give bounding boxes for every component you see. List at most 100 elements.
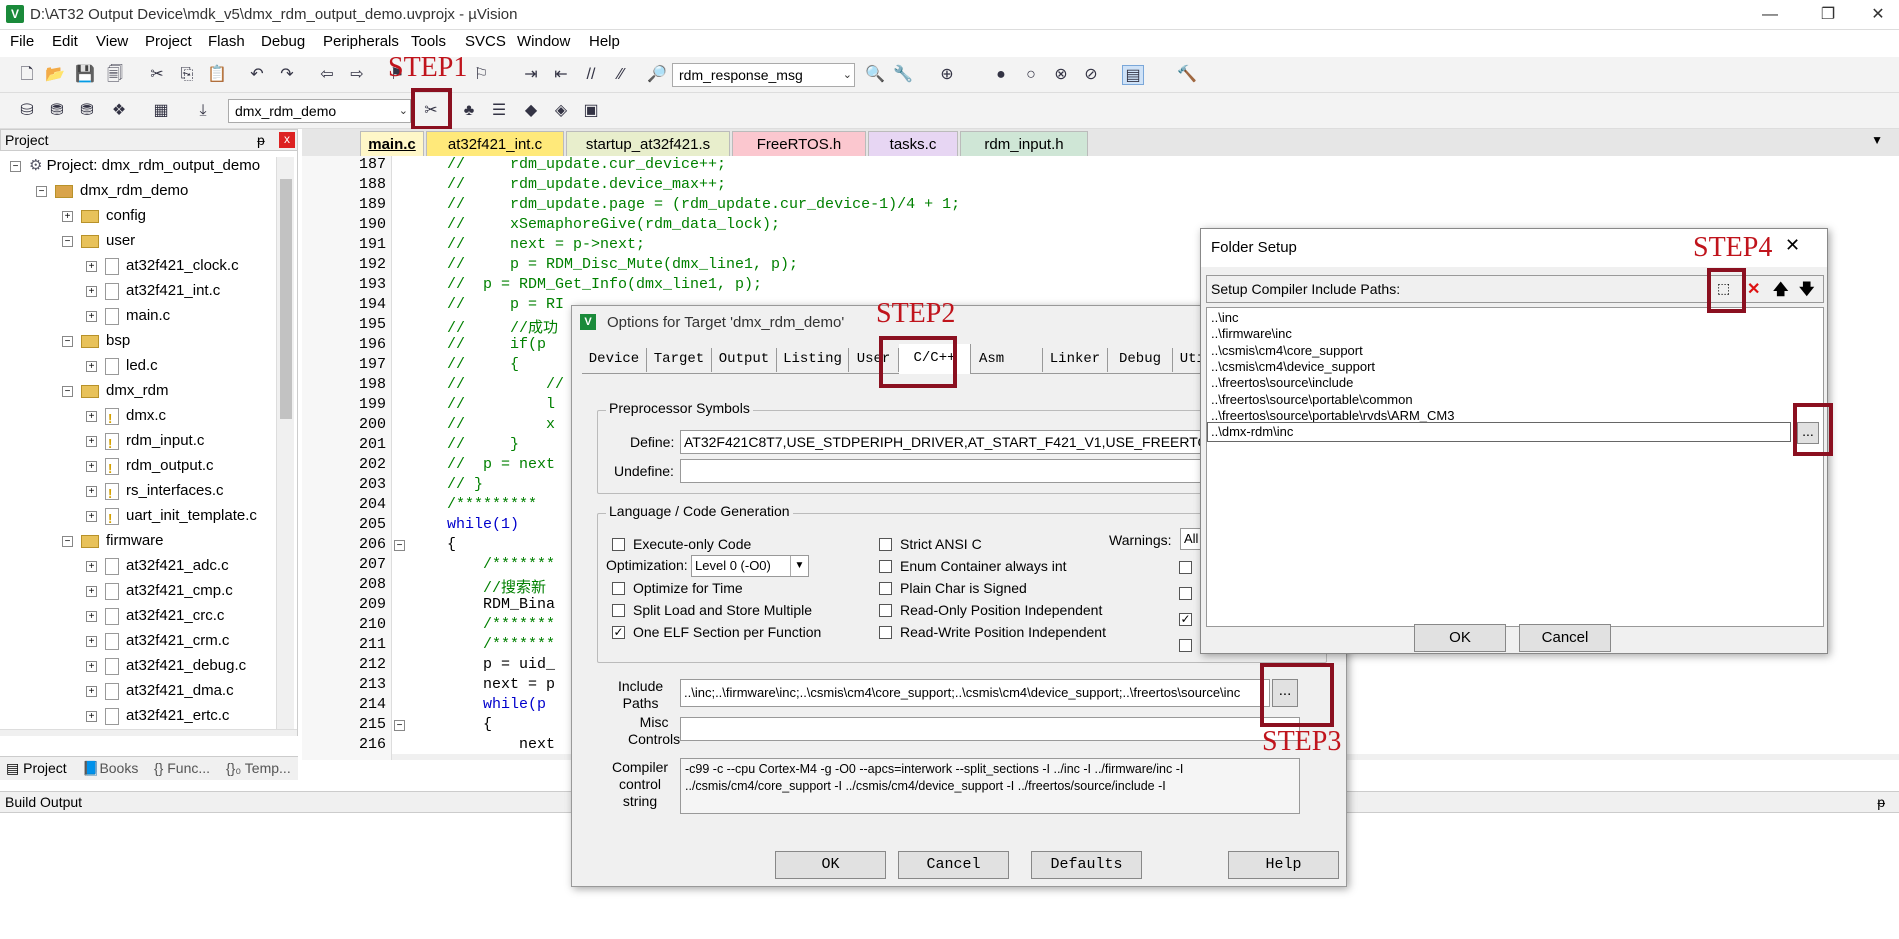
tab-books[interactable]: 📘Books [82,760,138,777]
tree-node-main-c[interactable]: + main.c [86,303,170,328]
tree-node-user[interactable]: − user [62,228,135,253]
move-up-icon[interactable]: 🡅 [1773,279,1788,304]
find-combo[interactable]: rdm_response_msg ⌄ [672,63,855,87]
expand-icon[interactable]: + [86,410,97,422]
expand-icon[interactable]: + [86,485,97,497]
checkbox-strict-ansi-c[interactable] [879,538,892,551]
menu-peripherals[interactable]: Peripherals [323,33,399,50]
tree-scroll-thumb[interactable] [280,179,292,419]
tab-listing[interactable]: Listing [777,348,849,372]
right-checkbox-4[interactable] [1179,639,1192,652]
batch-build-icon[interactable]: ❖ [108,101,130,121]
checkbox-split-load-and-store-multiple[interactable] [612,604,625,617]
include-path-item[interactable]: ..\csmis\cm4\core_support [1211,343,1363,358]
close-icon[interactable]: x [279,132,295,148]
collapse-icon[interactable]: − [62,385,73,397]
delete-icon[interactable]: ✕ [1747,279,1760,299]
new-file-icon[interactable]: 🗋 [16,65,38,85]
run-time-env-icon[interactable]: ▣ [580,101,602,121]
tab-linker[interactable]: Linker [1043,348,1108,372]
tab-project[interactable]: ▤ Project [6,760,67,777]
menu-flash[interactable]: Flash [208,33,245,50]
tree-node-bsp[interactable]: − bsp [62,328,130,353]
tree-node-rdm-input-c[interactable]: + rdm_input.c [86,428,204,456]
collapse-icon[interactable]: − [62,235,73,247]
folder-ok-button[interactable]: OK [1414,624,1506,652]
tree-node-firmware[interactable]: − firmware [62,528,164,553]
tree-vscrollbar[interactable] [276,157,294,729]
tree-node-at32f421-clock-c[interactable]: + at32f421_clock.c [86,253,239,278]
editor-tab-freertos-h[interactable]: FreeRTOS.h [732,131,866,156]
expand-icon[interactable]: + [86,310,97,322]
maximize-button[interactable]: ❐ [1808,2,1848,28]
checkbox-read-only-position-independent[interactable] [879,604,892,617]
debug-session-icon[interactable]: ⊕ [936,65,958,85]
expand-icon[interactable]: + [86,435,97,447]
undo-icon[interactable]: ↶ [246,65,268,85]
checkbox-enum-container-always-int[interactable] [879,560,892,573]
menu-view[interactable]: View [96,33,128,50]
tab-debug[interactable]: Debug [1108,348,1173,372]
configure-icon[interactable]: 🔨 [1176,65,1198,85]
checkbox-execute-only-code[interactable] [612,538,625,551]
tab-functions[interactable]: {} Func... [154,760,210,776]
expand-icon[interactable]: + [86,260,97,272]
fold-icon[interactable]: − [394,720,405,731]
checkbox-optimize-for-time[interactable] [612,582,625,595]
chevron-down-icon[interactable]: ▼ [790,556,808,576]
editor-tab-rdm-input-h[interactable]: rdm_input.h [960,131,1088,156]
tree-node-at32f421-adc-c[interactable]: + at32f421_adc.c [86,553,229,578]
expand-icon[interactable]: + [86,660,97,672]
bookmark-clear-icon[interactable]: ⚐ [470,65,492,85]
menu-window[interactable]: Window [517,33,570,50]
menu-project[interactable]: Project [145,33,192,50]
tab-templates[interactable]: {}₀ Temp... [226,760,291,776]
tree-node-at32f421-int-c[interactable]: + at32f421_int.c [86,278,220,303]
minimize-button[interactable]: — [1750,2,1790,28]
tree-hscrollbar[interactable] [0,729,297,736]
close-button[interactable]: ✕ [1858,2,1898,28]
tree-node-at32f421-crc-c[interactable]: + at32f421_crc.c [86,603,224,628]
collapse-icon[interactable]: − [36,185,47,197]
menu-tools[interactable]: Tools [411,33,446,50]
tree-node-at32f421-ertc-c[interactable]: + at32f421_ertc.c [86,703,229,728]
open-file-icon[interactable]: 📂 [44,65,66,85]
tree-node-at32f421-dma-c[interactable]: + at32f421_dma.c [86,678,234,703]
expand-icon[interactable]: + [62,210,73,222]
include-paths-list[interactable]: ..\inc ..\firmware\inc ..\csmis\cm4\core_s… [1206,307,1824,627]
tab-asm[interactable]: Asm [971,348,1043,372]
editor-tab-at32f421-int-c[interactable]: at32f421_int.c [426,131,564,156]
find-icon[interactable]: 🔍 [864,65,886,85]
tree-node-dmx-rdm[interactable]: − dmx_rdm [62,378,169,403]
save-icon[interactable]: 💾 [74,65,96,85]
ok-button[interactable]: OK [775,851,886,879]
include-path-item[interactable]: ..\freertos\source\portable\rvds\ARM_CM3 [1211,408,1454,423]
expand-icon[interactable]: + [86,460,97,472]
tree-target[interactable]: − dmx_rdm_demo [36,178,188,203]
include-path-item[interactable]: ..\firmware\inc [1211,326,1292,341]
incremental-find-icon[interactable]: 🔧 [892,65,914,85]
editor-tab-main-c[interactable]: main.c [360,131,424,156]
expand-icon[interactable]: + [86,710,97,722]
checkbox-one-elf-section-per-function[interactable]: ✓ [612,626,625,639]
pin-icon[interactable]: ᵽ [1877,792,1885,812]
expand-icon[interactable]: + [86,610,97,622]
cancel-button[interactable]: Cancel [898,851,1009,879]
collapse-icon[interactable]: − [10,160,21,172]
tree-node-led-c[interactable]: + led.c [86,353,158,378]
tree-node-at32f421-debug-c[interactable]: + at32f421_debug.c [86,653,246,678]
download-icon[interactable]: ⤓ [192,101,214,121]
tree-node-rs-interfaces-c[interactable]: + rs_interfaces.c [86,478,224,506]
collapse-icon[interactable]: − [62,535,73,547]
tab-output[interactable]: Output [712,348,777,372]
tabs-dropdown-icon[interactable]: ▼ [1871,133,1883,147]
target-combo[interactable]: dmx_rdm_demo ⌄ [228,99,411,123]
expand-icon[interactable]: + [86,285,97,297]
tree-node-at32f421-cmp-c[interactable]: + at32f421_cmp.c [86,578,233,603]
include-path-item[interactable]: ..\freertos\source\portable\common [1211,392,1413,407]
folder-cancel-button[interactable]: Cancel [1519,624,1611,652]
breakpoint-disable-icon[interactable]: ○ [1020,65,1042,85]
paste-icon[interactable]: 📋 [206,65,228,85]
breakpoint-icon[interactable]: ● [990,65,1012,85]
menu-edit[interactable]: Edit [52,33,78,50]
